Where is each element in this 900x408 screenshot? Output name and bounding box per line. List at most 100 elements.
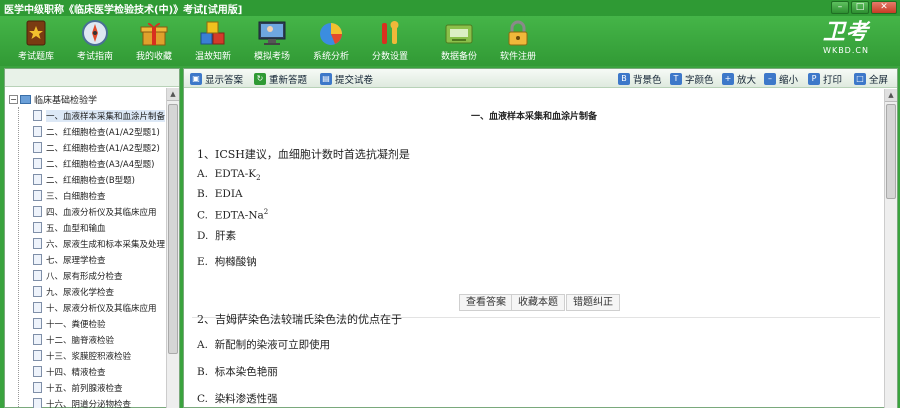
- show-answers-button[interactable]: ▣ 显示答案: [190, 71, 243, 86]
- tree-item[interactable]: 十三、浆膜腔积液检验: [33, 349, 131, 362]
- toolbar-label: 分数设置: [371, 52, 408, 62]
- tree-item[interactable]: 二、红细胞检查(A3/A4型题): [33, 157, 154, 170]
- fullscreen-button[interactable]: □ 全屏: [854, 71, 888, 86]
- answer-option[interactable]: E. 枸橼酸钠: [197, 254, 257, 269]
- print-icon: P: [808, 72, 820, 85]
- content-scrollbar[interactable]: ▲: [884, 89, 897, 408]
- scroll-up-icon[interactable]: ▲: [167, 88, 179, 101]
- document-icon: [33, 238, 42, 249]
- document-icon: [33, 222, 42, 233]
- tree-item[interactable]: 二、红细胞检查(B型题): [33, 173, 135, 186]
- scrollbar-thumb[interactable]: [168, 104, 178, 354]
- toolbar-item-score-settings[interactable]: 分数设置: [362, 19, 418, 65]
- folder-icon: [20, 95, 31, 104]
- option-prefix: B.: [197, 366, 209, 378]
- tree-item[interactable]: 十四、精液检查: [33, 365, 106, 378]
- scroll-up-icon[interactable]: ▲: [885, 89, 897, 102]
- title-bar: 医学中级职称《临床医学检验技术(中)》考试[试用版] – □ ✕: [0, 0, 900, 16]
- tree-item[interactable]: 十一、粪便检验: [33, 317, 106, 330]
- zoom-in-icon: +: [722, 72, 734, 85]
- toolbar-item-question-bank[interactable]: 考试题库: [8, 19, 64, 65]
- background-color-icon: B: [618, 72, 630, 85]
- document-icon: [33, 174, 42, 185]
- tree-item[interactable]: 十六、阴道分泌物检查: [33, 397, 131, 408]
- tree-item[interactable]: 十五、前列腺液检查: [33, 381, 123, 394]
- maximize-button[interactable]: □: [851, 1, 869, 14]
- toolbar-item-mock-exam[interactable]: 模拟考场: [244, 19, 300, 65]
- tree-scrollbar[interactable]: ▲: [166, 88, 179, 408]
- option-text: 肝素: [215, 230, 237, 242]
- tree-item[interactable]: 一、血液样本采集和血涂片制备: [33, 109, 166, 122]
- tree-item[interactable]: 五、血型和输血: [33, 221, 106, 234]
- background-color-button[interactable]: B 背景色: [618, 71, 662, 86]
- toolbar-item-exam-guide[interactable]: 考试指南: [67, 19, 123, 65]
- option-prefix: B.: [197, 188, 209, 200]
- tree-item[interactable]: 八、尿有形成分检查: [33, 269, 123, 282]
- option-prefix: C.: [197, 393, 208, 405]
- document-icon: [33, 126, 42, 137]
- tree-item[interactable]: 二、红细胞检查(A1/A2型题2): [33, 141, 160, 154]
- toolbar-label: 我的收藏: [135, 52, 172, 62]
- zoom-out-button[interactable]: – 缩小: [764, 71, 798, 86]
- toolbar-item-analysis[interactable]: 系统分析: [303, 19, 359, 65]
- tree-item[interactable]: 十、尿液分析仪及其临床应用: [33, 301, 157, 314]
- main-toolbar: 考试题库 考试指南 我的收藏 温故知新 模拟考场 系统分析 分数设置 数据备份 …: [0, 16, 900, 66]
- minimize-button[interactable]: –: [831, 1, 849, 14]
- tree-item[interactable]: 四、血液分析仪及其临床应用: [33, 205, 157, 218]
- fullscreen-icon: □: [854, 72, 866, 85]
- answer-option[interactable]: B. EDIA: [197, 188, 243, 200]
- question-toolbar: ▣ 显示答案 ↻ 重新答题 ▤ 提交试卷 B 背景色 T 字颜色 + 放大 – …: [184, 69, 897, 88]
- compass-icon: [82, 20, 108, 46]
- fullscreen-label: 全屏: [869, 74, 889, 86]
- toolbar-label: 考试题库: [17, 52, 54, 62]
- toolbar-label: 数据备份: [440, 52, 477, 62]
- document-icon: [33, 254, 42, 265]
- show-answers-label: 显示答案: [205, 74, 244, 86]
- toolbar-item-data-backup[interactable]: 数据备份: [431, 19, 487, 65]
- option-text: EDTA-Na: [214, 209, 264, 222]
- answer-option[interactable]: B. 标本染色艳丽: [197, 364, 278, 379]
- toolbar-item-register[interactable]: 软件注册: [490, 19, 546, 65]
- option-text: 标本染色艳丽: [214, 366, 278, 378]
- answer-option[interactable]: C. EDTA-Na2: [197, 208, 268, 222]
- document-icon: [33, 334, 42, 345]
- answer-option[interactable]: A. 新配制的染液可立即使用: [197, 337, 330, 352]
- submit-exam-button[interactable]: ▤ 提交试卷: [320, 71, 373, 86]
- answer-option[interactable]: A. EDTA-K2: [197, 168, 261, 182]
- document-icon: [33, 318, 42, 329]
- tree-item-label: 十二、脑脊液检验: [46, 335, 115, 346]
- toolbar-item-favorites[interactable]: 我的收藏: [126, 19, 182, 65]
- tree-item[interactable]: 十二、脑脊液检验: [33, 333, 114, 346]
- document-icon: [33, 366, 42, 377]
- scrollbar-thumb[interactable]: [886, 104, 896, 199]
- tree-root-label: 临床基础检验学: [34, 96, 98, 106]
- tree-item[interactable]: 六、尿液生成和标本采集及处理: [33, 237, 165, 250]
- print-button[interactable]: P 打印: [808, 71, 842, 86]
- report-error-button[interactable]: 错题纠正: [566, 294, 620, 311]
- collapse-icon[interactable]: −: [9, 95, 18, 104]
- gift-box-icon: [140, 22, 168, 46]
- tree-item[interactable]: 七、尿理学检查: [33, 253, 106, 266]
- favorite-question-button[interactable]: 收藏本题: [511, 294, 565, 311]
- zoom-out-icon: –: [764, 72, 776, 85]
- document-icon: [33, 190, 42, 201]
- zoom-in-button[interactable]: + 放大: [722, 71, 756, 86]
- toolbar-item-review[interactable]: 温故知新: [185, 19, 241, 65]
- font-color-button[interactable]: T 字颜色: [670, 71, 714, 86]
- document-icon: [33, 302, 42, 313]
- answer-option[interactable]: C. 染料渗透性强: [197, 391, 278, 406]
- pie-chart-icon: [320, 23, 342, 45]
- tree-item[interactable]: 二、红细胞检查(A1/A2型题1): [33, 125, 160, 138]
- tree-item-label: 十四、精液检查: [46, 367, 106, 378]
- redo-answers-label: 重新答题: [269, 74, 308, 86]
- option-subscript: 2: [256, 174, 261, 183]
- view-answer-button[interactable]: 查看答案: [459, 294, 513, 311]
- redo-answers-button[interactable]: ↻ 重新答题: [254, 71, 307, 86]
- show-answer-icon: ▣: [190, 72, 202, 85]
- answer-option[interactable]: D. 肝素: [197, 228, 236, 243]
- close-button[interactable]: ✕: [871, 1, 897, 14]
- question-text: 1、ICSH建议，血细胞计数时首选抗凝剂是: [197, 148, 410, 161]
- tree-item[interactable]: 九、尿液化学检查: [33, 285, 114, 298]
- tree-root-node[interactable]: − 临床基础检验学: [9, 93, 97, 106]
- tree-item[interactable]: 三、白细胞检查: [33, 189, 106, 202]
